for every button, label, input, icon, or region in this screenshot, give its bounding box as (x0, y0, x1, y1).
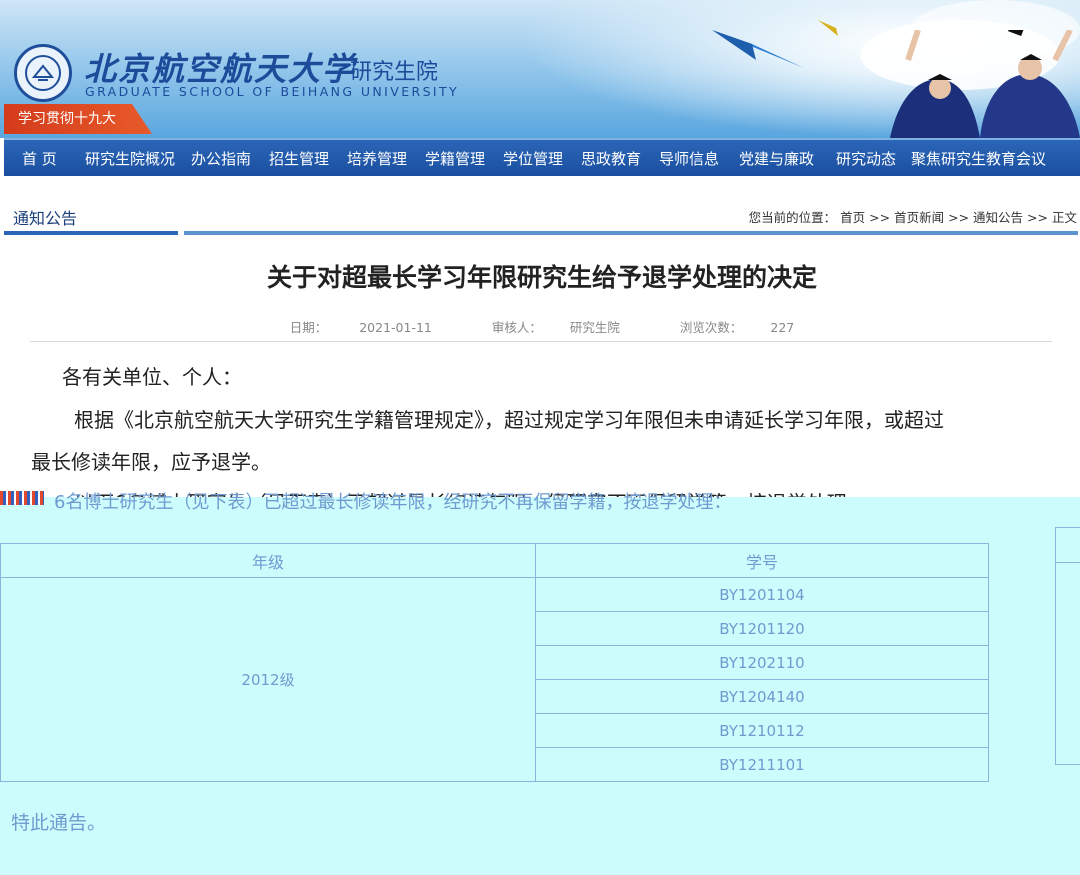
breadcrumb-current: 正文 (1051, 210, 1077, 225)
meta-views: 浏览次数： 227 (679, 320, 795, 335)
article-body-line-1: 根据《北京航空航天大学研究生学籍管理规定》，超过规定学习年限但未申请延长学习年限… (74, 408, 944, 432)
breadcrumb-separator: >> (948, 210, 970, 225)
nav-item-admissions[interactable]: 招生管理 (269, 148, 329, 169)
slogan-badge[interactable]: 学习贯彻十九大 (4, 104, 152, 134)
meta-reviewer: 审核人： 研究生院 (491, 320, 620, 335)
student-table: 年级 学号 2012级 BY1201104 BY1201120 BY120211… (0, 543, 989, 782)
university-logo[interactable] (14, 44, 72, 102)
render-noise (0, 491, 44, 505)
nav-item-degree[interactable]: 学位管理 (503, 148, 563, 169)
meta-date: 日期： 2021-01-11 (289, 320, 432, 335)
article-body-line-3-overlay: 6名博士研究生（见下表）已超过最长修读年限，经研究不再保留学籍，按退学处理： (54, 492, 732, 513)
article-closing: 特此通告。 (11, 812, 107, 834)
table-cell-student-id: BY1210112 (535, 713, 989, 748)
nav-item-party[interactable]: 党建与廉政 (739, 148, 814, 169)
nav-item-office-guide[interactable]: 办公指南 (191, 148, 251, 169)
logo-emblem-icon (32, 64, 54, 81)
table-header-student-id: 学号 (535, 543, 989, 578)
nav-item-advisors[interactable]: 导师信息 (659, 148, 719, 169)
section-divider (4, 231, 1078, 235)
article-title: 关于对超最长学习年限研究生给予退学处理的决定 (266, 263, 817, 292)
paper-plane-icon (712, 30, 804, 68)
table-cell-student-id: BY1201120 (535, 611, 989, 646)
school-english-name: GRADUATE SCHOOL OF BEIHANG UNIVERSITY (85, 84, 460, 99)
table-cell-student-id: BY1204140 (535, 679, 989, 714)
breadcrumb: 您当前的位置： 首页 >> 首页新闻 >> 通知公告 >> 正文 (749, 207, 1077, 226)
table-header-row: 年级 学号 (0, 543, 989, 578)
breadcrumb-home[interactable]: 首页 (840, 210, 865, 225)
school-name: 研究生院 (350, 60, 439, 85)
table-cell-student-id: BY1211101 (535, 747, 989, 782)
nav-item-training[interactable]: 培养管理 (347, 148, 407, 169)
breadcrumb-notices[interactable]: 通知公告 (973, 210, 1023, 225)
article-body-line-2: 最长修读年限，应予退学。 (31, 450, 271, 474)
breadcrumb-separator: >> (1027, 210, 1048, 225)
breadcrumb-prefix: 您当前的位置： (748, 210, 837, 225)
meta-divider (30, 341, 1052, 342)
nav-item-overview[interactable]: 研究生院概况 (85, 148, 175, 169)
nav-item-research-news[interactable]: 研究动态 (836, 148, 896, 169)
nav-item-ideology[interactable]: 思政教育 (581, 148, 641, 169)
main-nav: 首 页 研究生院概况 办公指南 招生管理 培养管理 学籍管理 学位管理 思政教育… (4, 138, 1080, 176)
breadcrumb-separator: >> (869, 210, 891, 225)
table-row: 2012级 BY1201104 (0, 577, 989, 782)
table-header-grade: 年级 (0, 543, 536, 578)
paper-plane-icon (818, 20, 858, 38)
graduates-illustration (890, 30, 1080, 138)
header-banner: 北京航空航天大学 研究生院 GRADUATE SCHOOL OF BEIHANG… (0, 0, 1080, 138)
nav-item-home[interactable]: 首 页 (22, 148, 57, 169)
article-salutation: 各有关单位、个人： (62, 365, 242, 389)
nav-item-conference[interactable]: 聚焦研究生教育会议 (911, 148, 1046, 169)
nav-item-enrollment[interactable]: 学籍管理 (425, 148, 485, 169)
table-cell-grade: 2012级 (0, 577, 536, 782)
ghost-table-edge (1055, 527, 1080, 765)
section-title: 通知公告 (13, 209, 78, 228)
table-cell-student-id: BY1202110 (535, 645, 989, 680)
table-cell-student-id: BY1201104 (535, 577, 989, 612)
article-meta: 日期： 2021-01-11 审核人： 研究生院 浏览次数： 227 (0, 317, 1080, 336)
breadcrumb-news[interactable]: 首页新闻 (894, 210, 944, 225)
